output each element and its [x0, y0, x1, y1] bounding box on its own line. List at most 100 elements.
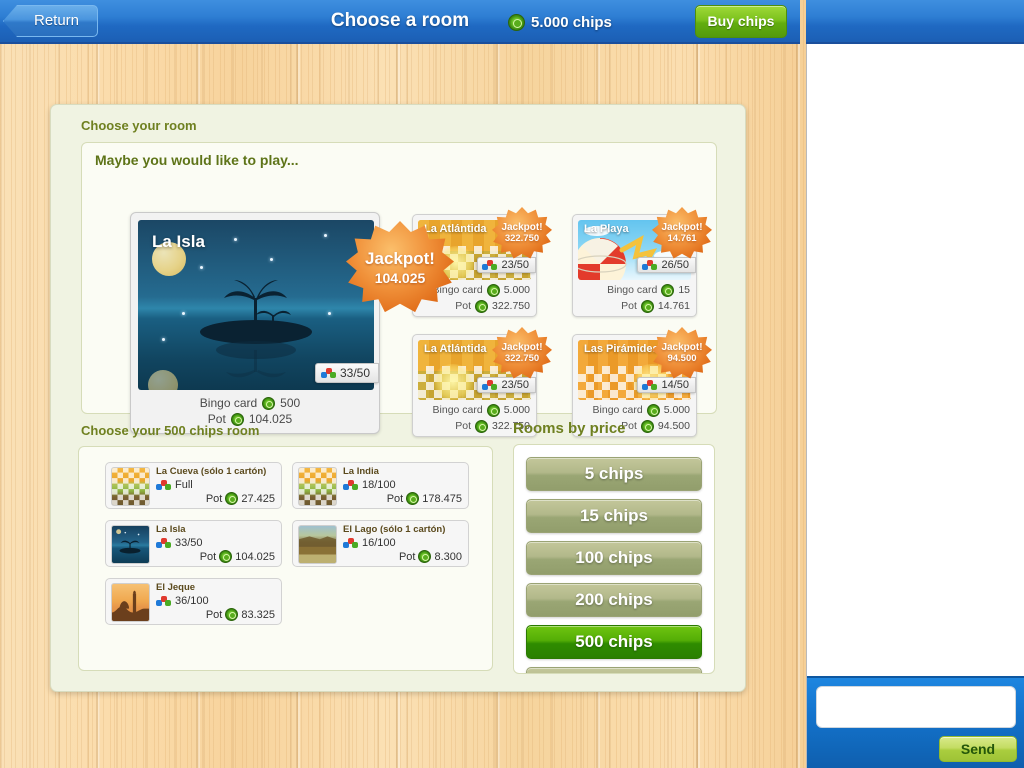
price-button-next-clipped[interactable]: [526, 667, 702, 673]
people-icon: [343, 479, 358, 491]
room-card-stats: Bingo card 15 Pot 14.761: [573, 282, 690, 314]
room-card-bingo-label: Bingo card: [592, 404, 643, 416]
featured-room-card[interactable]: La Isla 33/50 Bingo card 500 Pot 104.025: [130, 212, 454, 434]
chip-icon: [225, 492, 239, 505]
list-item[interactable]: El Jeque 36/100 Pot 83.325: [105, 578, 282, 625]
room-card-bingo-row: Bingo card 5.000: [573, 402, 690, 418]
room-thumbnail: [111, 467, 150, 506]
list-item-players: 33/50: [156, 537, 203, 549]
list-item-players: 16/100: [343, 537, 396, 549]
mosaic-art: [112, 468, 149, 505]
page-title: Choose a room: [330, 10, 470, 31]
price-button-500-chips[interactable]: 500 chips: [526, 625, 702, 659]
room-card-players-count: 14/50: [661, 379, 689, 391]
chip-icon: [640, 419, 654, 433]
top-bar: Return Choose a room 5.000 chips Buy chi…: [0, 0, 800, 44]
chat-log[interactable]: [807, 44, 1024, 676]
glow-icon: [432, 364, 474, 400]
rooms-by-price-heading: Rooms by price: [513, 420, 626, 437]
list-item-players-count: 18/100: [362, 479, 396, 491]
chips-balance: 5.000 chips: [508, 11, 612, 33]
room-card-players-count: 23/50: [501, 379, 529, 391]
chip-icon: [661, 283, 675, 297]
chip-icon: [486, 283, 500, 297]
featured-room-players-count: 33/50: [339, 366, 370, 380]
chips-room-heading: Choose your 500 chips room: [81, 423, 260, 438]
list-item-pot-value: 104.025: [235, 550, 275, 563]
room-card-pot-value: 94.500: [657, 420, 690, 432]
featured-room-players: 33/50: [314, 363, 379, 383]
list-item-pot: Pot 104.025: [200, 550, 275, 563]
chat-input[interactable]: [816, 686, 1016, 728]
price-button-100-chips[interactable]: 100 chips: [526, 541, 702, 575]
list-item-pot-label: Pot: [398, 550, 416, 563]
room-thumbnail: [111, 583, 150, 622]
room-card-players: 23/50: [477, 257, 536, 273]
list-item-name: La Isla: [156, 524, 186, 535]
list-item[interactable]: La India 18/100 Pot 178.475: [292, 462, 469, 509]
chip-icon: [475, 419, 489, 433]
list-item-pot-value: 27.425: [241, 492, 275, 505]
room-card-jackpot-label: Jackpot!: [661, 342, 703, 353]
room-card-players: 14/50: [637, 377, 696, 393]
room-card-la-playa[interactable]: La Playa 26/50 Bingo card 15 Pot 14.761: [572, 207, 712, 317]
list-item-players: Full: [156, 479, 193, 491]
chip-icon: [640, 299, 654, 313]
room-card-pot-label: Pot: [455, 420, 472, 432]
room-card-bingo-label: Bingo card: [432, 404, 483, 416]
room-card-pot-label: Pot: [455, 300, 472, 312]
room-card-players: 23/50: [477, 377, 536, 393]
people-icon: [482, 379, 498, 391]
buy-chips-button[interactable]: Buy chips: [695, 5, 787, 38]
chip-icon: [418, 550, 432, 563]
list-item-pot-label: Pot: [205, 492, 223, 505]
list-item-name: La Cueva (sólo 1 cartón): [156, 466, 267, 477]
price-button-15-chips[interactable]: 15 chips: [526, 499, 702, 533]
room-card-bingo-row: Bingo card 15: [573, 282, 690, 298]
send-button[interactable]: Send: [939, 736, 1017, 762]
rooms-list-box: La Cueva (sólo 1 cartón) Full Pot 27.425…: [78, 446, 493, 671]
people-icon: [642, 379, 658, 391]
island-silhouette-icon: [116, 529, 141, 554]
people-icon: [156, 479, 171, 491]
list-item-pot-value: 83.325: [241, 608, 275, 621]
room-card-bingo-value: 15: [678, 284, 690, 296]
list-item-players: 36/100: [156, 595, 209, 607]
room-card-pot-value: 14.761: [657, 300, 690, 312]
room-card-jackpot-label: Jackpot!: [501, 342, 543, 353]
list-item[interactable]: El Lago (sólo 1 cartón) 16/100 Pot 8.300: [292, 520, 469, 567]
room-card-jackpot-label: Jackpot!: [501, 222, 543, 233]
people-icon: [156, 595, 171, 607]
room-card-bingo-value: 5.000: [503, 284, 530, 296]
main-panel: Choose your room Maybe you would like to…: [50, 104, 746, 692]
list-item[interactable]: La Isla 33/50 Pot 104.025: [105, 520, 282, 567]
people-icon: [343, 537, 358, 549]
people-icon: [320, 367, 336, 379]
room-thumbnail: [111, 525, 150, 564]
featured-bingo-card-value: 500: [280, 396, 301, 410]
list-item-pot-value: 8.300: [434, 550, 462, 563]
featured-jackpot-value: 104.025: [374, 269, 426, 286]
room-card-players-count: 23/50: [501, 259, 529, 271]
featured-bingo-card-label: Bingo card: [199, 396, 258, 410]
price-button-200-chips[interactable]: 200 chips: [526, 583, 702, 617]
price-button-5-chips[interactable]: 5 chips: [526, 457, 702, 491]
return-button[interactable]: Return: [3, 5, 98, 37]
room-card-jackpot-value: 14.761: [667, 233, 697, 244]
room-card-bingo-value: 5.000: [503, 404, 530, 416]
chip-icon: [262, 396, 276, 410]
featured-rooms-box: Maybe you would like to play... La Isla …: [81, 142, 717, 437]
list-item-name: La India: [343, 466, 379, 477]
list-item[interactable]: La Cueva (sólo 1 cartón) Full Pot 27.425: [105, 462, 282, 509]
list-item-name: El Jeque: [156, 582, 196, 593]
list-item-pot-label: Pot: [199, 550, 217, 563]
chip-icon: [508, 13, 525, 31]
featured-bingo-card-row: Bingo card 500: [131, 395, 369, 411]
list-item-players-count: 36/100: [175, 595, 209, 607]
list-item-pot: Pot 8.300: [399, 550, 462, 563]
chip-icon: [219, 550, 233, 563]
room-card-pot-row: Pot 14.761: [573, 298, 690, 314]
room-card-pot-label: Pot: [621, 300, 637, 312]
list-item-pot-value: 178.475: [422, 492, 462, 505]
choose-room-heading: Choose your room: [81, 118, 197, 133]
